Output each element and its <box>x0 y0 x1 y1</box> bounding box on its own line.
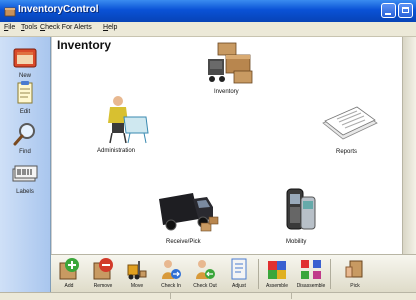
check-in-label: Check In <box>161 283 181 289</box>
application-window: InventoryControl File Tools Check For Al… <box>0 0 416 300</box>
module-inventory[interactable]: Inventory <box>202 41 258 101</box>
move-label: Move <box>130 283 144 289</box>
add-icon <box>59 258 79 280</box>
assemble-icon <box>268 261 286 279</box>
sidebar-item-find[interactable]: Find <box>2 119 48 163</box>
add-label: Add <box>64 283 74 289</box>
status-cell <box>0 293 171 299</box>
module-receive-pick[interactable]: Receive/Pick <box>150 185 226 251</box>
module-label: Receive/Pick <box>166 239 201 245</box>
toolbar-separator <box>330 259 331 289</box>
check-in-icon <box>162 260 181 279</box>
app-icon <box>4 7 16 17</box>
adjust-button[interactable]: Adjust <box>225 257 253 291</box>
report-papers-icon <box>322 106 378 140</box>
check-out-button[interactable]: Check Out <box>191 257 219 291</box>
maximize-button[interactable] <box>398 3 413 18</box>
module-mobility[interactable]: Mobility <box>276 185 326 251</box>
adjust-icon <box>231 258 247 280</box>
pick-label: Pick <box>350 283 360 289</box>
move-button[interactable]: Move <box>123 257 151 291</box>
magnifier-icon <box>13 123 35 146</box>
assemble-button[interactable]: Assemble <box>263 257 291 291</box>
bottom-toolbar: Add Remove Move Check In Check Out Adjus… <box>51 254 416 293</box>
menu-file[interactable]: File <box>4 24 15 31</box>
sidebar-item-label: Labels <box>16 189 34 195</box>
new-document-icon <box>13 48 37 68</box>
vertical-scrollbar[interactable] <box>402 37 416 254</box>
module-label: Inventory <box>214 89 239 95</box>
remove-button[interactable]: Remove <box>89 257 117 291</box>
add-button[interactable]: Add <box>55 257 83 291</box>
check-out-label: Check Out <box>193 283 217 289</box>
menu-bar: File Tools Check For Alerts Help <box>0 22 416 37</box>
sidebar-item-edit[interactable]: Edit <box>2 79 48 123</box>
check-out-icon <box>196 260 215 279</box>
remove-label: Remove <box>93 283 113 289</box>
sidebar-item-labels[interactable]: Labels <box>2 159 48 203</box>
move-forklift-icon <box>127 261 147 280</box>
check-in-button[interactable]: Check In <box>157 257 185 291</box>
menu-tools[interactable]: Tools <box>21 24 37 31</box>
sidebar-item-label: Find <box>19 149 31 155</box>
minimize-button[interactable] <box>381 3 396 18</box>
person-at-desk-icon <box>108 96 149 144</box>
sidebar: New Edit Find Labels <box>0 37 51 299</box>
module-label: Mobility <box>286 239 307 245</box>
module-reports[interactable]: Reports <box>316 103 382 159</box>
inventory-dashboard: Inventory Inventory Administration Repor… <box>51 37 403 254</box>
pick-icon <box>345 260 363 278</box>
title-bar[interactable]: InventoryControl <box>0 0 416 23</box>
disassemble-label: Disassemble <box>296 283 326 289</box>
menu-check-for-alerts[interactable]: Check For Alerts <box>40 24 92 31</box>
pick-button[interactable]: Pick <box>341 257 369 291</box>
sidebar-item-label: Edit <box>19 109 31 115</box>
disassemble-icon <box>301 260 321 279</box>
adjust-label: Adjust <box>232 283 246 289</box>
assemble-label: Assemble <box>266 283 288 289</box>
menu-help[interactable]: Help <box>103 24 117 31</box>
status-cell <box>292 293 416 299</box>
remove-icon <box>93 258 113 280</box>
edit-document-icon <box>17 81 33 104</box>
window-title: InventoryControl <box>18 4 99 15</box>
module-label: Reports <box>336 149 358 155</box>
disassemble-button[interactable]: Disassemble <box>297 257 325 291</box>
page-title: Inventory <box>57 38 112 52</box>
delivery-truck-icon <box>159 193 219 232</box>
mobile-devices-icon <box>286 188 316 230</box>
module-administration[interactable]: Administration <box>88 93 158 159</box>
labels-icon <box>12 165 38 182</box>
boxes-and-cart-icon <box>208 42 253 84</box>
status-cell <box>171 293 292 299</box>
module-label: Administration <box>97 148 136 154</box>
